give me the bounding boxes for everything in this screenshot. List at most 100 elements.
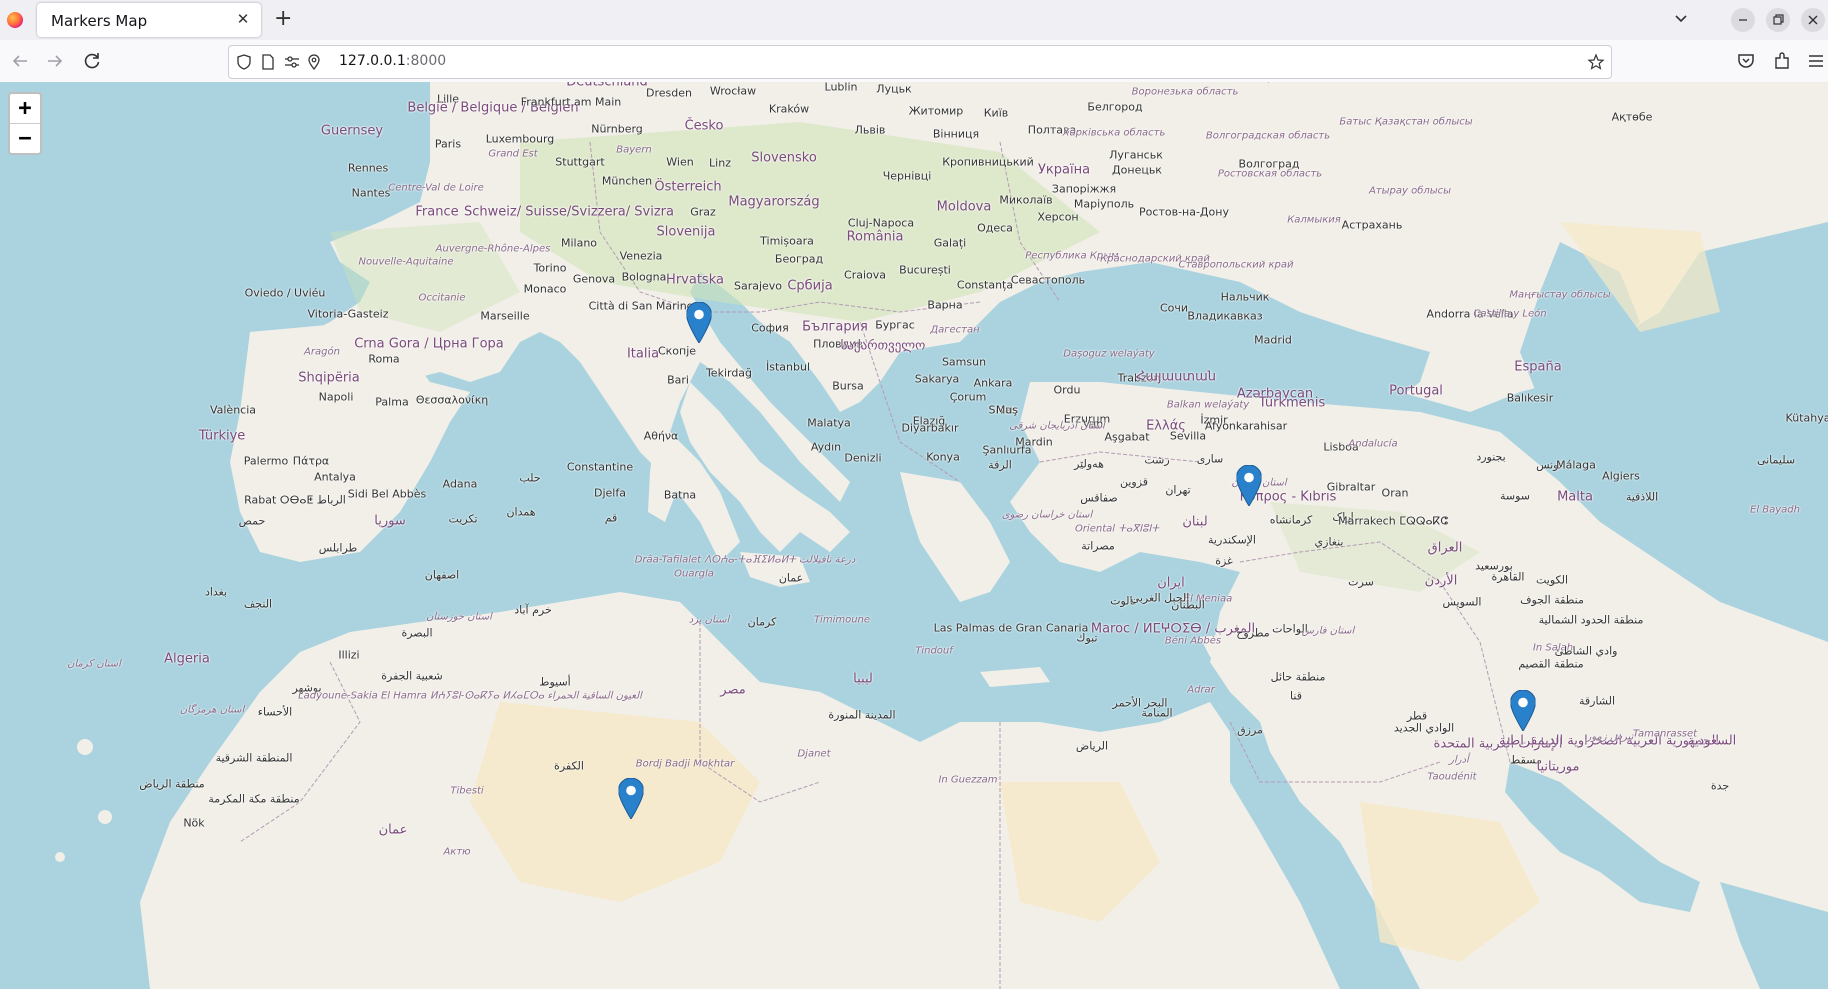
marker-algeria-pin-icon[interactable] xyxy=(617,777,645,820)
map-label: الأردن xyxy=(1424,573,1458,589)
location-pin-icon[interactable] xyxy=(305,53,323,71)
map-label: Denizli xyxy=(844,451,882,465)
marker-genova-pin-icon[interactable] xyxy=(685,301,713,344)
map-label: Mardin xyxy=(1015,435,1053,449)
zoom-in-button[interactable]: + xyxy=(10,94,40,123)
map-label: Djelfa xyxy=(594,486,626,500)
map-label: تكريت xyxy=(448,512,478,526)
map-label: Torino xyxy=(533,261,567,275)
map-label: Portugal xyxy=(1389,383,1443,399)
map-label: Астрахань xyxy=(1341,218,1403,232)
map-label: Napoli xyxy=(318,390,354,404)
map-label: كرمانشاه xyxy=(1269,513,1313,527)
map-label: Bologna xyxy=(621,270,667,284)
browser-tab[interactable]: Markers Map ✕ xyxy=(37,3,261,37)
map-label: Guernsey xyxy=(320,123,384,139)
map-label: كرمان xyxy=(747,615,777,629)
shield-icon[interactable] xyxy=(235,53,253,71)
map-label: Ordu xyxy=(1053,383,1081,397)
map-label: Θεσσαλονίκη xyxy=(415,393,489,407)
map-label: Schweiz/ Suisse/Svizzera/ Svizra xyxy=(464,204,674,220)
map-label: Aşgabat xyxy=(1104,430,1150,444)
map-label: بغداد xyxy=(204,585,228,599)
map-label: Grand Est xyxy=(488,148,538,160)
map-label: Moldova xyxy=(936,199,992,215)
map-label: Tibesti xyxy=(450,785,484,797)
map-label: الوادي الجديد xyxy=(1393,721,1455,735)
map-label: Bursa xyxy=(832,379,864,393)
map-label: حلب xyxy=(519,471,541,485)
map-label: Città di San Marino xyxy=(588,299,694,313)
map-label: الرياض xyxy=(1075,739,1109,753)
map-label: Constantine xyxy=(566,460,634,474)
map-view[interactable]: + − DusseldorfDeutschlandLilleBelgië / B… xyxy=(0,82,1828,989)
list-all-tabs-icon[interactable] xyxy=(1670,8,1692,30)
map-label: Дагестан xyxy=(930,324,980,336)
map-label: Crna Gora / Црна Гора xyxy=(354,336,504,352)
marker-basra-pin-icon[interactable] xyxy=(1509,689,1537,732)
map-label: Луцьк xyxy=(876,82,912,96)
map-label: Воронезька область xyxy=(1131,86,1239,98)
address-bar[interactable]: 127.0.0.1:8000 xyxy=(228,45,1612,79)
map-label: Αθήνα xyxy=(643,429,679,443)
map-label: رشت xyxy=(1144,453,1170,467)
map-label: Balıkesir xyxy=(1506,391,1554,405)
map-label: România xyxy=(846,229,904,245)
forward-icon[interactable] xyxy=(43,49,67,73)
back-icon[interactable] xyxy=(8,49,32,73)
menu-icon[interactable] xyxy=(1804,49,1828,73)
map-label: صفاقس xyxy=(1080,491,1118,505)
map-label: Бургас xyxy=(875,318,915,332)
map-label: Bordj Badji Mokhtar xyxy=(635,758,735,770)
map-label: العراق xyxy=(1427,540,1463,556)
new-tab-button[interactable]: + xyxy=(274,6,292,32)
map-label: Rabat ⵔⴱⴰⵟ الرباط xyxy=(244,493,346,507)
map-label: Rennes xyxy=(347,161,389,175)
pocket-icon[interactable] xyxy=(1734,49,1758,73)
map-label: Craiova xyxy=(844,268,886,282)
url-text[interactable]: 127.0.0.1:8000 xyxy=(339,53,446,69)
map-label: Samsun xyxy=(941,355,987,369)
map-label: Πάτρα xyxy=(292,454,330,468)
map-label: Lublin xyxy=(824,82,858,94)
restore-window-icon[interactable] xyxy=(1766,8,1790,32)
map-label: Marseille xyxy=(480,309,530,323)
map-label: Ақтөбе xyxy=(1611,110,1653,124)
map-label: Djanet xyxy=(797,748,831,760)
map-label: Algeria xyxy=(164,651,210,667)
map-label: عمان xyxy=(378,822,408,838)
url-host: 127.0.0.1 xyxy=(339,53,406,69)
map-label: سوريا xyxy=(374,513,406,529)
permissions-icon[interactable] xyxy=(283,53,301,71)
map-label: مرزق xyxy=(1237,723,1263,737)
tab-strip: Markers Map ✕ + xyxy=(0,0,1828,40)
map-label: سليمانی xyxy=(1756,453,1796,467)
map-label: Севастополь xyxy=(1010,273,1086,287)
map-label: España xyxy=(1514,359,1562,375)
map-label: Malatya xyxy=(807,416,851,430)
map-label: المنطقة الشرقية xyxy=(215,751,293,765)
map-label: Ростовская область xyxy=(1217,168,1323,180)
map-label: Graz xyxy=(690,205,716,219)
close-window-icon[interactable] xyxy=(1801,8,1825,32)
tab-title: Markers Map xyxy=(51,12,148,30)
zoom-control: + − xyxy=(8,92,42,155)
map-label: استان خوزستان xyxy=(426,611,492,623)
map-label: València xyxy=(209,403,257,417)
bookmark-star-icon[interactable] xyxy=(1587,53,1605,71)
reload-icon[interactable] xyxy=(80,49,104,73)
extensions-icon[interactable] xyxy=(1770,49,1794,73)
map-label: سرت xyxy=(1348,575,1374,589)
marker-turkiye-pin-icon[interactable] xyxy=(1235,464,1263,507)
map-label: تهران xyxy=(1165,483,1191,497)
zoom-out-button[interactable]: − xyxy=(10,123,40,153)
map-label: ساری xyxy=(1196,452,1224,466)
map-label: Sevilla xyxy=(1169,429,1207,443)
tab-close-icon[interactable]: ✕ xyxy=(233,9,253,29)
map-label: Nouvelle-Aquitaine xyxy=(358,256,454,268)
map-label: منطقة حائل xyxy=(1270,670,1326,684)
minimize-window-icon[interactable] xyxy=(1731,8,1755,32)
map-label: Сочи xyxy=(1159,301,1189,315)
map-label: Malta xyxy=(1557,489,1593,505)
map-label: خرم آباد xyxy=(514,603,552,617)
